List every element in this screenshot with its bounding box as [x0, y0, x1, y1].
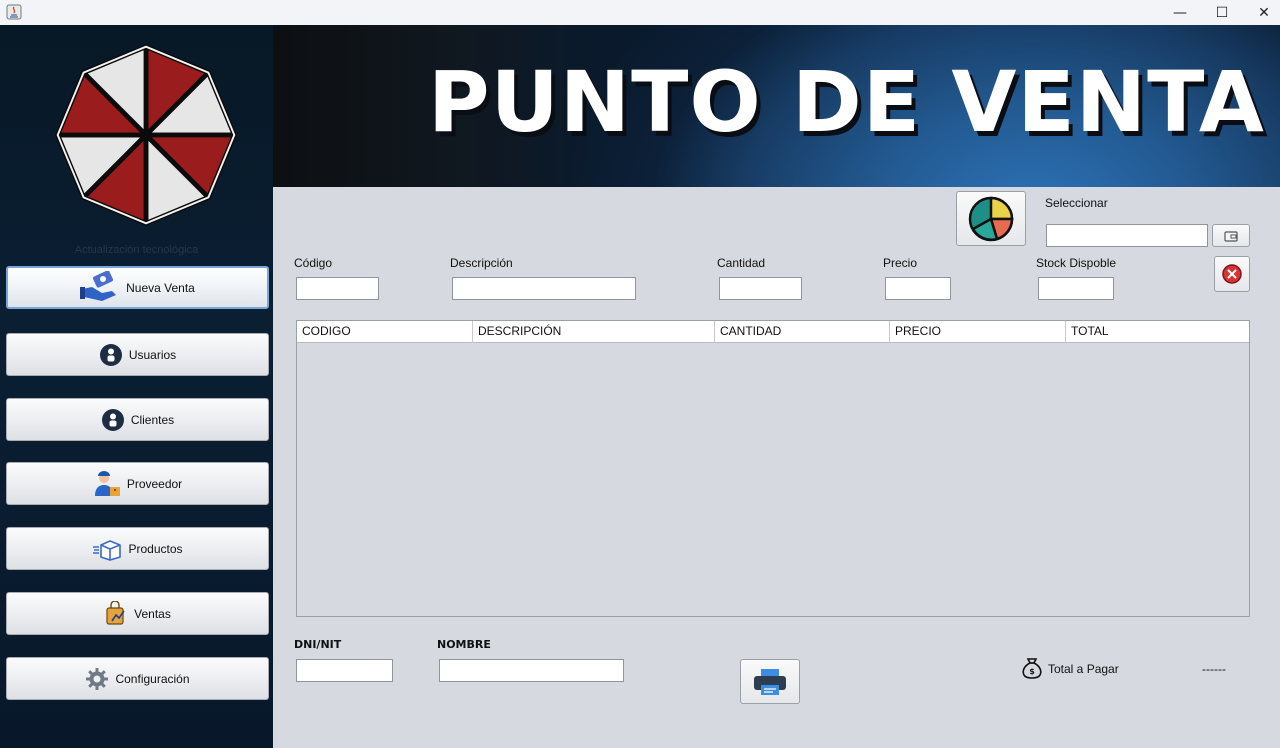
nav-label: Configuración [115, 671, 190, 686]
umbrella-logo [55, 44, 237, 226]
svg-text:$: $ [1029, 667, 1035, 676]
codigo-field[interactable] [296, 277, 379, 300]
nav-button-ventas[interactable]: Ventas [6, 592, 269, 635]
dni-label: DNI/NIT [294, 638, 342, 651]
nav-label: Proveedor [126, 476, 183, 491]
precio-field[interactable] [885, 277, 951, 300]
sale-hand-icon [80, 270, 117, 301]
sales-bag-icon [106, 600, 125, 625]
close-button[interactable]: ✕ [1241, 0, 1280, 25]
codigo-label: Código [294, 256, 333, 270]
select-label: Seleccionar [1045, 196, 1108, 210]
precio-label: Precio [883, 256, 918, 270]
column-header-total[interactable]: TOTAL [1066, 321, 1249, 343]
stock-label: Stock Dispoble [1036, 256, 1117, 270]
page-title: PUNTO DE VENTA [428, 53, 1265, 151]
column-header-descripcion[interactable]: DESCRIPCIÓN [473, 321, 715, 343]
stock-field[interactable] [1038, 277, 1114, 300]
nav-label: Nueva Venta [126, 280, 195, 295]
printer-icon [754, 668, 786, 695]
gear-icon [86, 667, 109, 690]
sidebar-tagline: Actualización tecnológica [74, 244, 199, 256]
nombre-field[interactable] [439, 659, 624, 682]
pie-chart-icon [968, 196, 1014, 241]
maximize-button[interactable]: ☐ [1199, 0, 1245, 25]
delivery-worker-icon [94, 470, 120, 496]
nav-label: Productos [128, 541, 183, 556]
minimize-button[interactable]: — [1157, 0, 1203, 25]
nav-button-usuarios[interactable]: Usuarios [6, 333, 269, 376]
table-header: CODIGO DESCRIPCIÓN CANTIDAD PRECIO TOTAL [297, 321, 1249, 343]
total-label: Total a Pagar [1048, 662, 1119, 676]
nav-button-configuracion[interactable]: Configuración [6, 657, 269, 700]
box-icon [93, 539, 122, 561]
print-button[interactable] [740, 659, 800, 704]
user-icon [101, 408, 124, 431]
delete-button[interactable] [1214, 256, 1250, 292]
header-banner: PUNTO DE VENTA [273, 25, 1280, 187]
descripcion-field[interactable] [452, 277, 636, 300]
nav-button-nueva-venta[interactable]: Nueva Venta [6, 266, 269, 309]
reports-chart-button[interactable] [956, 191, 1026, 246]
total-value: ------ [1202, 662, 1226, 676]
nav-button-productos[interactable]: Productos [6, 527, 269, 570]
remove-icon [1222, 264, 1242, 284]
browse-button[interactable] [1212, 224, 1250, 247]
cantidad-field[interactable] [719, 277, 802, 300]
nav-button-clientes[interactable]: Clientes [6, 398, 269, 441]
cantidad-label: Cantidad [717, 256, 766, 270]
dni-field[interactable] [296, 659, 393, 682]
column-header-cantidad[interactable]: CANTIDAD [715, 321, 890, 343]
column-header-codigo[interactable]: CODIGO [297, 321, 473, 343]
nav-label: Usuarios [128, 347, 177, 362]
user-icon [99, 343, 122, 366]
nav-button-proveedor[interactable]: Proveedor [6, 462, 269, 505]
java-app-icon [6, 4, 22, 20]
money-bag-icon: $ [1022, 658, 1042, 679]
sales-table[interactable]: CODIGO DESCRIPCIÓN CANTIDAD PRECIO TOTAL [296, 320, 1250, 617]
nombre-label: NOMBRE [437, 638, 491, 651]
sidebar: Actualización tecnológica Nueva Venta Us… [0, 25, 273, 748]
wallet-icon [1224, 230, 1238, 242]
nav-label: Clientes [130, 412, 175, 427]
descripcion-label: Descripción [450, 256, 513, 270]
select-field[interactable] [1046, 224, 1208, 247]
column-header-precio[interactable]: PRECIO [890, 321, 1066, 343]
nav-label: Ventas [134, 606, 171, 621]
window-title-bar: — ☐ ✕ [0, 0, 1280, 25]
